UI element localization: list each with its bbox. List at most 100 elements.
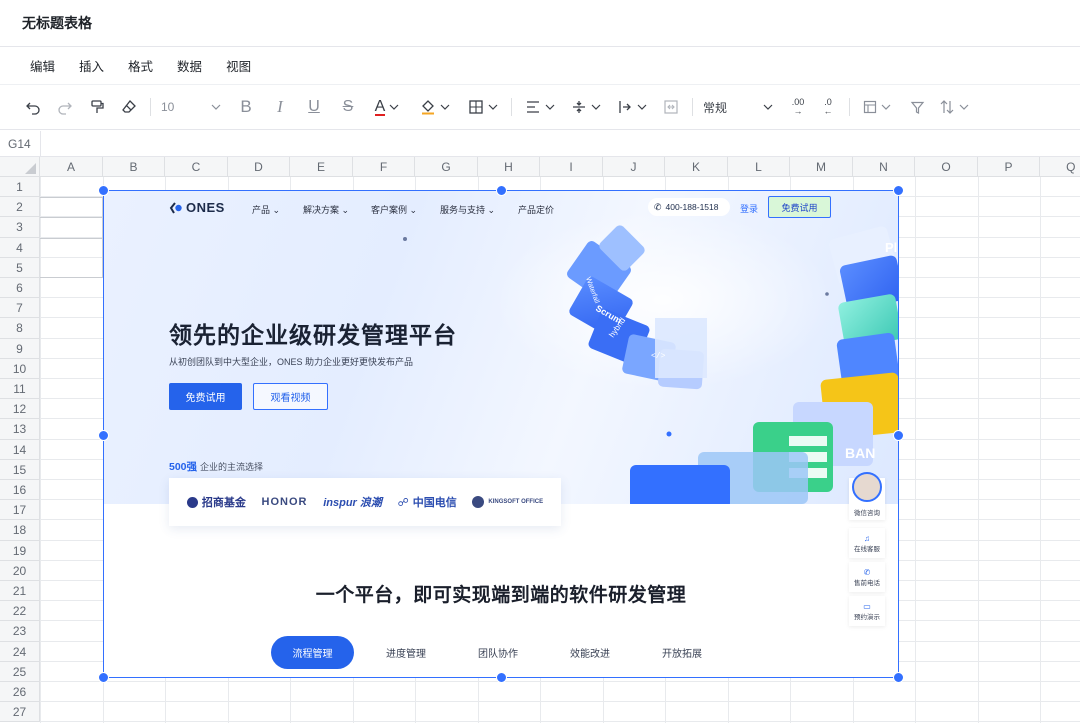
column-header[interactable]: F [353,157,415,177]
row-header[interactable]: 3 [0,217,40,238]
column-header[interactable]: C [165,157,228,177]
resize-handle-left[interactable] [98,430,109,441]
column-header[interactable]: A [40,157,103,177]
row-header[interactable]: 17 [0,500,40,521]
hero-trial-button[interactable]: 免费试用 [169,383,242,410]
text-color-button[interactable]: A [369,93,405,121]
column-header[interactable]: N [853,157,915,177]
menu-data[interactable]: 数据 [177,56,202,75]
column-header[interactable]: G [415,157,478,177]
select-all-corner[interactable] [0,157,40,177]
menu-insert[interactable]: 插入 [79,56,104,75]
vertical-align-button[interactable] [568,93,604,121]
menu-format[interactable]: 格式 [128,56,153,75]
increase-decimal-button[interactable]: .00 → [787,93,809,121]
row-header[interactable]: 21 [0,581,40,602]
row-header[interactable]: 1 [0,177,40,198]
tab-team[interactable]: 团队协作 [478,645,518,660]
column-header[interactable]: O [915,157,978,177]
strikethrough-icon[interactable]: S [337,93,359,121]
column-header[interactable]: Q [1040,157,1080,177]
side-wechat[interactable]: 微信咨询 [849,472,885,520]
text-wrap-button[interactable] [614,93,650,121]
tab-efficiency[interactable]: 效能改进 [570,645,610,660]
embedded-image[interactable]: Scrum hybrid Waterfall BAN Pl </> ONES 产… [103,190,899,678]
doc-title[interactable]: 无标题表格 [0,0,1080,47]
row-header[interactable]: 9 [0,338,40,359]
resize-handle-bottom-left[interactable] [98,672,109,683]
nav-pricing[interactable]: 产品定价 [518,203,554,216]
row-header[interactable]: 12 [0,399,40,420]
row-header[interactable]: 19 [0,540,40,561]
font-size-select[interactable]: 10 [161,93,221,121]
column-header[interactable]: H [478,157,540,177]
row-header[interactable]: 20 [0,560,40,581]
side-online[interactable]: ♫ 在线客服 [849,528,885,558]
resize-handle-top-right[interactable] [893,185,904,196]
row-header[interactable]: 5 [0,257,40,278]
row-header[interactable]: 25 [0,661,40,682]
row-header[interactable]: 7 [0,298,40,319]
row-header[interactable]: 8 [0,318,40,339]
row-header[interactable]: 6 [0,278,40,299]
nav-support[interactable]: 服务与支持 ⌄ [440,203,495,216]
tab-process[interactable]: 流程管理 [271,636,354,669]
sort-button[interactable] [936,93,972,121]
nav-solutions[interactable]: 解决方案 ⌄ [303,203,349,216]
column-header[interactable]: I [540,157,603,177]
column-header[interactable]: L [728,157,790,177]
phone-pill[interactable]: ✆ 400-188-1518 [648,198,730,216]
nav-products[interactable]: 产品 ⌄ [252,203,280,216]
column-header[interactable]: M [790,157,853,177]
row-header[interactable]: 23 [0,621,40,642]
undo-icon[interactable] [22,93,44,121]
row-header[interactable]: 15 [0,459,40,480]
decrease-decimal-button[interactable]: .0 ← [817,93,839,121]
border-button[interactable] [465,93,501,121]
filter-icon[interactable] [906,93,928,121]
row-header[interactable]: 26 [0,682,40,703]
number-format-select[interactable]: 常规 [703,93,773,121]
resize-handle-bottom[interactable] [496,672,507,683]
row-header[interactable]: 16 [0,480,40,501]
resize-handle-top[interactable] [496,185,507,196]
login-link[interactable]: 登录 [740,202,758,215]
tab-open[interactable]: 开放拓展 [662,645,702,660]
tab-progress[interactable]: 进度管理 [386,645,426,660]
merge-cells-icon[interactable] [660,93,682,121]
row-header[interactable]: 24 [0,641,40,662]
row-header[interactable]: 14 [0,439,40,460]
name-box[interactable]: G14 [0,131,1080,157]
row-header[interactable]: 13 [0,419,40,440]
column-header[interactable]: K [665,157,728,177]
row-header[interactable]: 22 [0,601,40,622]
row-header[interactable]: 2 [0,197,40,218]
menu-edit[interactable]: 编辑 [30,56,55,75]
row-header[interactable]: 11 [0,379,40,400]
nav-trial-button[interactable]: 免费试用 [768,196,831,218]
eraser-icon[interactable] [118,93,140,121]
column-header[interactable]: P [978,157,1040,177]
column-header[interactable]: J [603,157,665,177]
menu-view[interactable]: 视图 [226,56,251,75]
resize-handle-bottom-right[interactable] [893,672,904,683]
italic-icon[interactable]: I [269,93,291,121]
fill-color-button[interactable] [417,93,453,121]
row-header[interactable]: 10 [0,358,40,379]
column-header[interactable]: E [290,157,353,177]
resize-handle-top-left[interactable] [98,185,109,196]
ones-logo[interactable]: ONES [169,200,225,215]
underline-icon[interactable]: U [303,93,325,121]
nav-cases[interactable]: 客户案例 ⌄ [371,203,417,216]
format-painter-icon[interactable] [86,93,108,121]
freeze-button[interactable] [860,93,894,121]
resize-handle-right[interactable] [893,430,904,441]
horizontal-align-button[interactable] [522,93,558,121]
bold-icon[interactable]: B [235,93,257,121]
column-header[interactable]: D [228,157,290,177]
row-header[interactable]: 18 [0,520,40,541]
column-header[interactable]: B [103,157,165,177]
row-header[interactable]: 27 [0,702,40,723]
row-header[interactable]: 4 [0,237,40,258]
redo-icon[interactable] [54,93,76,121]
